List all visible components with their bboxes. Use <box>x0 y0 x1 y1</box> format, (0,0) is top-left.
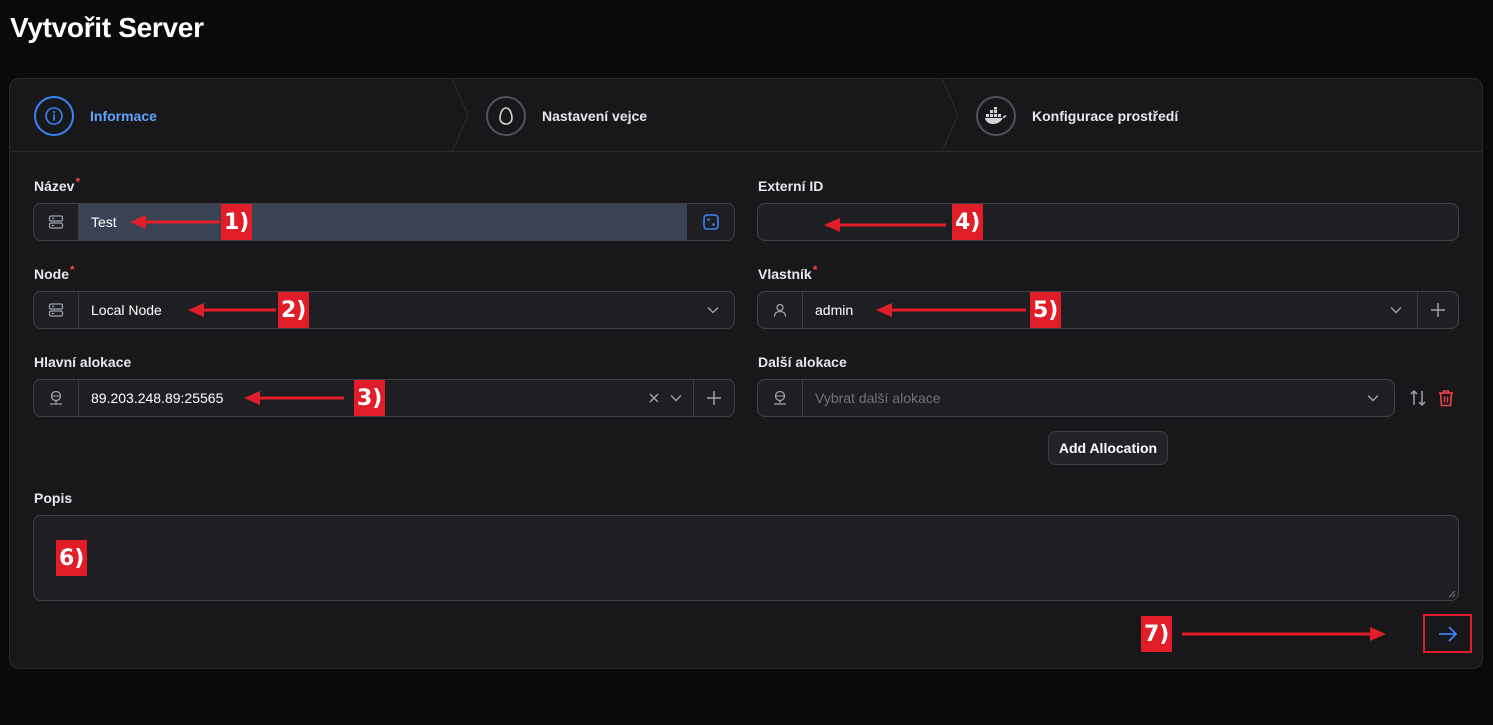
step-label: Nastavení vejce <box>542 107 648 124</box>
additional-allocations-placeholder: Vybrat další alokace <box>815 390 941 406</box>
annotation-badge: 3) <box>354 380 386 416</box>
chevron-down-icon[interactable] <box>698 292 728 328</box>
next-step-button[interactable] <box>1423 614 1472 653</box>
external-id-label: Externí ID <box>758 178 824 194</box>
node-label-text: Node <box>34 266 69 282</box>
owner-label: Vlastník* <box>758 263 818 282</box>
network-icon <box>34 380 79 416</box>
plus-icon[interactable] <box>693 380 734 416</box>
docker-icon <box>976 95 1016 136</box>
page-title: Vytvořit Server <box>10 12 204 43</box>
server-icon <box>34 204 79 240</box>
description-textarea[interactable] <box>33 515 1459 601</box>
description-label: Popis <box>34 490 73 506</box>
annotation-arrow <box>130 215 220 229</box>
step-label: Konfigurace prostředí <box>1032 107 1179 124</box>
clear-icon[interactable] <box>643 380 665 416</box>
required-marker: * <box>75 175 81 189</box>
stepper: Informace Nastavení vejce Konfigurace pr… <box>10 79 1482 152</box>
trash-icon[interactable] <box>1434 386 1458 410</box>
name-label: Název* <box>34 175 81 194</box>
annotation-arrow <box>876 303 1026 317</box>
required-marker: * <box>70 263 75 277</box>
user-icon <box>758 292 803 328</box>
server-icon <box>34 292 79 328</box>
step-konfigurace-prostredi[interactable]: Konfigurace prostředí <box>976 79 1178 152</box>
annotation-arrow <box>824 218 946 232</box>
plus-icon[interactable] <box>1417 292 1458 328</box>
dice-icon[interactable] <box>686 204 734 240</box>
node-label: Node* <box>34 263 75 282</box>
swap-icon[interactable] <box>1406 386 1430 410</box>
chevron-down-icon[interactable] <box>1381 292 1411 328</box>
chevron-down-icon[interactable] <box>665 380 687 416</box>
info-icon <box>34 95 74 136</box>
name-label-text: Název <box>34 178 75 194</box>
additional-allocations-label: Další alokace <box>758 354 847 370</box>
node-value: Local Node <box>91 302 162 318</box>
annotation-arrow <box>244 391 344 405</box>
annotation-arrow <box>1182 627 1386 641</box>
owner-select[interactable]: admin <box>757 291 1459 329</box>
add-allocation-button[interactable]: Add Allocation <box>1048 431 1168 465</box>
required-marker: * <box>812 263 818 277</box>
resize-handle-icon[interactable] <box>1447 589 1456 598</box>
node-select[interactable]: Local Node <box>33 291 735 329</box>
annotation-badge: 6) <box>56 540 88 576</box>
step-informace[interactable]: Informace <box>34 79 157 152</box>
step-label: Informace <box>90 107 157 124</box>
additional-allocations-select[interactable]: Vybrat další alokace <box>757 379 1395 417</box>
chevron-down-icon[interactable] <box>1358 380 1388 416</box>
annotation-badge: 4) <box>952 204 984 240</box>
annotation-badge: 1) <box>221 204 253 240</box>
annotation-arrow <box>188 303 276 317</box>
step-nastaveni-vejce[interactable]: Nastavení vejce <box>486 79 647 152</box>
owner-label-text: Vlastník <box>758 266 812 282</box>
annotation-badge: 7) <box>1141 616 1173 652</box>
annotation-badge: 2) <box>278 292 310 328</box>
arrow-right-icon <box>1438 625 1457 642</box>
network-icon <box>758 380 803 416</box>
step-separator <box>451 79 469 152</box>
primary-allocation-label: Hlavní alokace <box>34 354 132 370</box>
egg-icon <box>486 95 526 136</box>
annotation-badge: 5) <box>1030 292 1062 328</box>
step-separator <box>941 79 959 152</box>
